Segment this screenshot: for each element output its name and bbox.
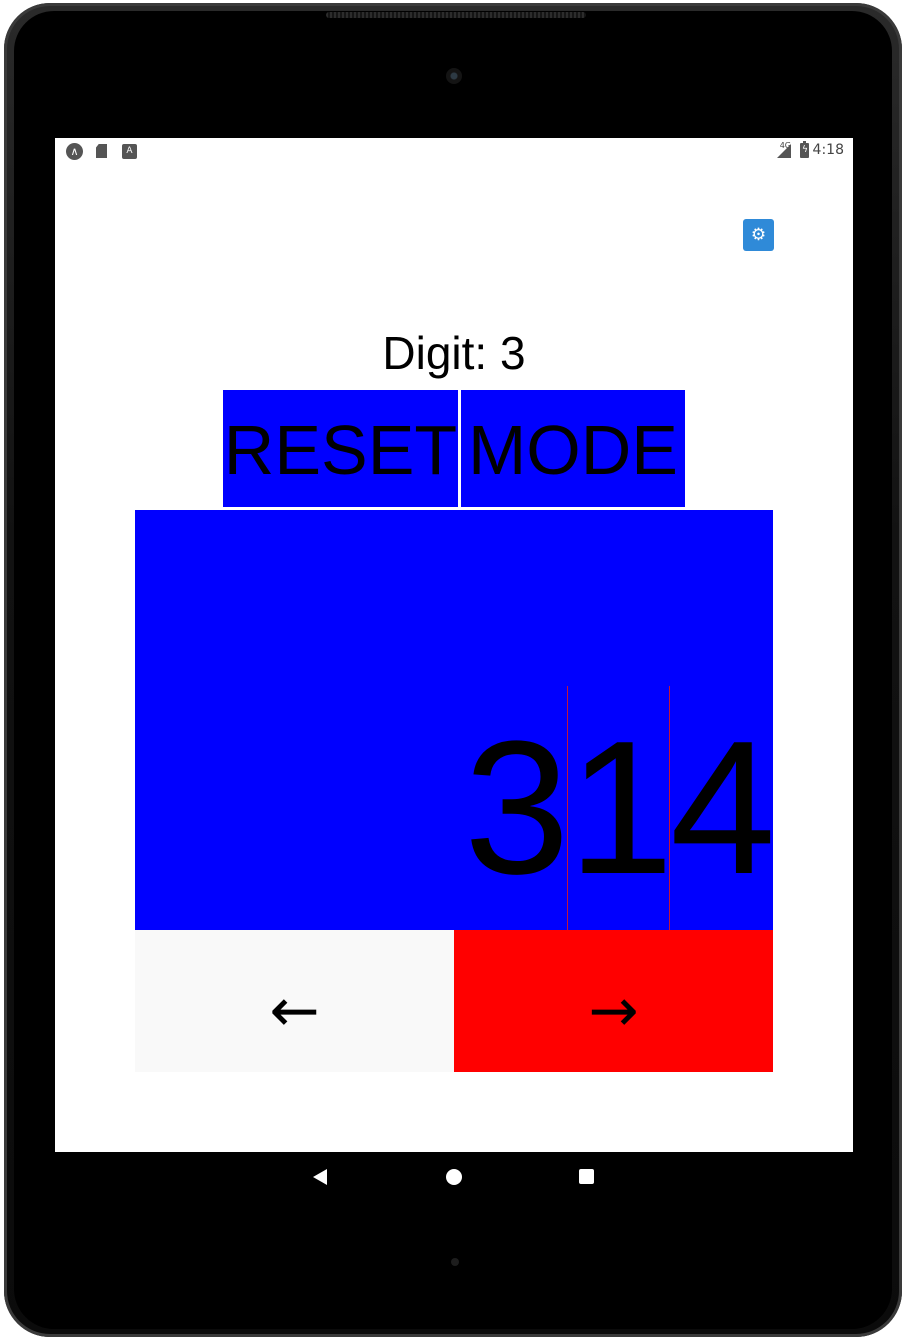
arrow-left-icon: ←: [269, 976, 320, 1046]
screen: ∧ A 4G ϟ 4:18 ⚙ Digit: 3 RESET MODE 3 1 …: [55, 138, 853, 1202]
reset-button[interactable]: RESET: [223, 390, 458, 507]
launcher-icon: ∧: [66, 143, 83, 160]
speaker-grille: [326, 12, 586, 18]
settings-button[interactable]: ⚙: [743, 219, 774, 251]
microphone: [451, 1258, 459, 1266]
left-arrow-button[interactable]: ←: [135, 930, 454, 1072]
system-navigation-bar: [55, 1152, 853, 1202]
digit-indicator: Digit: 3: [382, 327, 526, 379]
status-bar: ∧ A 4G ϟ 4:18: [55, 138, 853, 164]
gear-icon: ⚙: [750, 225, 767, 245]
digit-cell-3[interactable]: 4: [669, 686, 774, 930]
front-camera: [446, 68, 462, 84]
digit-cell-2[interactable]: 1: [567, 686, 669, 930]
digit-display: 3 1 4: [135, 510, 774, 930]
status-time: 4:18: [812, 142, 844, 158]
digit-cell-1[interactable]: 3: [464, 686, 564, 930]
signal-icon: [777, 144, 791, 158]
battery-charging-icon: ϟ: [800, 141, 809, 158]
a-icon: A: [122, 144, 137, 159]
right-arrow-button[interactable]: →: [454, 930, 773, 1072]
back-icon[interactable]: [313, 1169, 327, 1185]
home-icon[interactable]: [446, 1169, 462, 1185]
arrow-right-icon: →: [588, 976, 639, 1046]
recents-icon[interactable]: [579, 1169, 594, 1184]
mode-button[interactable]: MODE: [461, 390, 685, 507]
sd-card-icon: [96, 144, 107, 158]
